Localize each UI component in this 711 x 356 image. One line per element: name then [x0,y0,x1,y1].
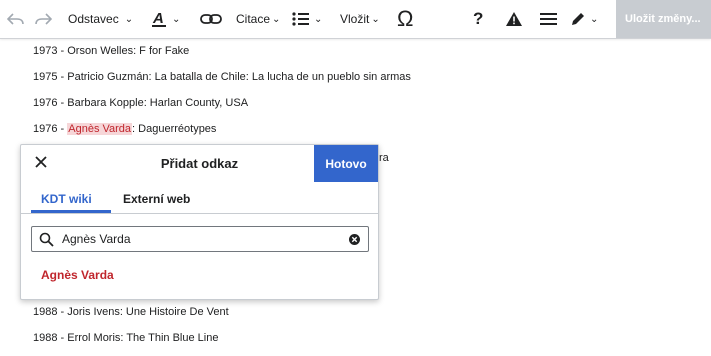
cite-label: Citace [236,12,271,26]
link-search-field[interactable] [31,226,369,252]
dialog-header: Přidat odkaz Hotovo [21,145,378,182]
link-button[interactable] [200,0,222,38]
bullet-list-icon [292,12,309,26]
page-options-menu-button[interactable] [540,0,557,38]
chevron-down-icon: ⌄ [314,13,323,25]
insert-dropdown[interactable]: Vložit ⌄ [340,0,380,38]
save-changes-label: Uložit změny... [625,13,701,25]
undo-icon [7,13,24,25]
link-type-tabs: KDT wiki Externí web [21,183,378,214]
active-tab-indicator [31,210,111,213]
obscured-text: ra [379,152,389,164]
text-style-icon: A [152,10,166,27]
add-link-dialog: Přidat odkaz Hotovo KDT wiki Externí web… [20,144,379,300]
omega-icon: Ω [397,6,414,31]
paragraph-format-label: Odstavec [68,12,119,26]
link-search-input[interactable] [62,231,332,247]
chevron-down-icon: ⌄ [172,13,181,25]
chevron-down-icon: ⌄ [124,13,134,25]
undo-button[interactable] [7,0,25,38]
tab-internal-wiki[interactable]: KDT wiki [41,192,92,206]
chevron-down-icon: ⌄ [272,13,281,25]
chevron-down-icon: ⌄ [371,13,380,25]
search-result-item[interactable]: Agnès Varda [41,268,114,282]
help-button[interactable]: ? [473,0,483,38]
list-item: 1976 - Barbara Kopple: Harlan County, US… [33,97,249,109]
list-item-suffix: : Daguerréotypes [132,123,217,135]
clear-icon[interactable] [349,234,360,245]
list-item: 1973 - Orson Welles: F for Fake [33,45,190,57]
chevron-down-icon: ⌄ [590,13,599,25]
list-dropdown[interactable]: ⌄ [292,0,322,38]
tab-external-web[interactable]: Externí web [123,192,190,206]
close-icon [35,156,47,168]
text-style-dropdown[interactable]: A ⌄ [150,0,180,38]
redo-button[interactable] [34,0,52,38]
selected-link-text[interactable]: Agnès Varda [67,123,133,135]
list-item: 1975 - Patricio Guzmán: La batalla de Ch… [33,71,411,83]
list-item-prefix: 1976 - [33,123,68,135]
help-icon: ? [473,9,484,28]
hamburger-menu-icon [540,13,557,25]
close-button[interactable] [34,155,48,174]
redo-icon [35,13,52,25]
list-item-selected: 1976 - Agnès Varda: Daguerréotypes [33,123,216,135]
done-button[interactable]: Hotovo [314,145,378,182]
svg-text:A: A [152,10,164,27]
alert-icon [506,12,522,26]
save-changes-button[interactable]: Uložit změny... [616,0,711,38]
cite-dropdown[interactable]: Citace ⌄ [236,0,280,38]
list-item: 1988 - Joris Ivens: Une Histoire De Vent [33,306,229,318]
special-character-button[interactable]: Ω [397,0,413,38]
link-icon [200,14,222,24]
pencil-icon [572,13,584,25]
list-item: 1988 - Errol Moris: The Thin Blue Line [33,332,219,344]
paragraph-format-dropdown[interactable]: Odstavec ⌄ [68,0,133,38]
insert-label: Vložit [340,12,370,26]
notices-button[interactable] [505,0,523,38]
search-icon [39,232,54,247]
editor-toolbar: Odstavec ⌄ A ⌄ Citace ⌄ ⌄ Vložit ⌄ Ω ? ⌄… [0,0,711,39]
editor-switch-dropdown[interactable]: ⌄ [570,0,598,38]
